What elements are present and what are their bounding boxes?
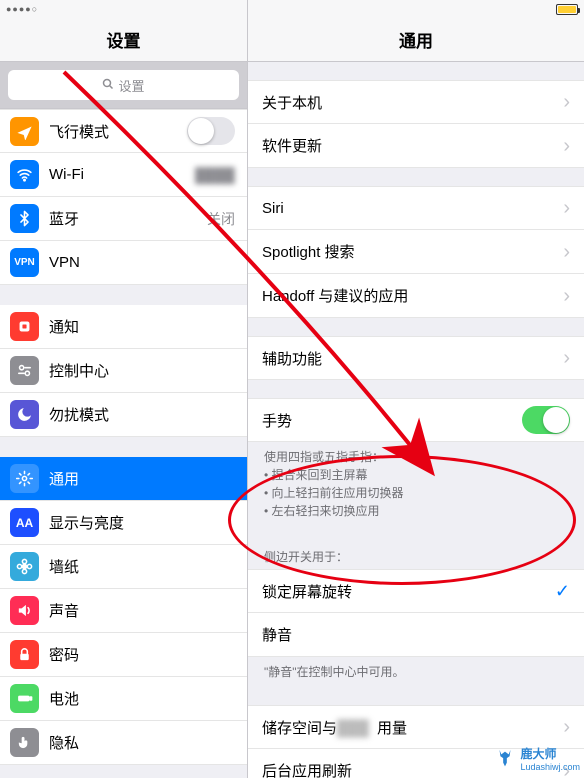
sidebar-item-vpn[interactable]: VPN VPN xyxy=(0,241,247,285)
chevron-right-icon: › xyxy=(563,286,570,306)
AA-icon: AA xyxy=(10,508,39,537)
sidebar-item-bluetooth[interactable]: 蓝牙 关闭 xyxy=(0,197,247,241)
sidebar-item-airplane-mode[interactable]: 飞行模式 xyxy=(0,109,247,153)
search-icon xyxy=(102,78,114,93)
row-label: Siri xyxy=(262,200,557,217)
sidebar-item-battery[interactable]: 电池 xyxy=(0,677,247,721)
lock-icon xyxy=(10,640,39,669)
sidebar-item-label: 蓝牙 xyxy=(49,208,79,229)
row-storage[interactable]: 储存空间与███用量 › xyxy=(248,705,584,749)
sidebar-item-value: 关闭 xyxy=(207,209,235,229)
general-pane: 通用 关于本机›软件更新›Siri›Spotlight 搜索›Handoff 与… xyxy=(248,0,584,778)
sidebar-item-dnd[interactable]: 勿扰模式 xyxy=(0,393,247,437)
sidebar-item-general[interactable]: 通用 xyxy=(0,457,247,501)
general-title: 通用 xyxy=(248,18,584,62)
search-input[interactable]: 设置 xyxy=(8,70,239,100)
sidebar-item-display[interactable]: AA 显示与亮度 xyxy=(0,501,247,545)
row-label: Handoff 与建议的应用 xyxy=(262,285,557,306)
sidebar-item-sounds[interactable]: 声音 xyxy=(0,589,247,633)
sidebar-item-notifications[interactable]: 通知 xyxy=(0,305,247,349)
row-label: 辅助功能 xyxy=(262,348,557,369)
sidebar-item-label: 密码 xyxy=(49,644,79,665)
chevron-right-icon: › xyxy=(563,92,570,112)
row-gestures[interactable]: 手势 xyxy=(248,398,584,442)
status-bar-left: ●●●●○ xyxy=(0,0,247,18)
section-footer: "静音"在控制中心中可用。 xyxy=(248,657,584,687)
sidebar-item-label: 飞行模式 xyxy=(49,121,109,142)
airplane-icon xyxy=(10,117,39,146)
chevron-right-icon: › xyxy=(563,717,570,737)
section-header: 侧边开关用于： xyxy=(248,544,584,569)
search-wrap: 设置 xyxy=(0,62,247,109)
row-label: Spotlight 搜索 xyxy=(262,241,557,262)
row-label: 储存空间与███用量 xyxy=(262,717,557,738)
sidebar-item-label: 控制中心 xyxy=(49,360,109,381)
sidebar-item-wifi[interactable]: Wi-Fi ████ xyxy=(0,153,247,197)
deer-icon xyxy=(494,748,516,770)
chevron-right-icon: › xyxy=(563,348,570,368)
settings-title: 设置 xyxy=(0,18,247,62)
vpn-icon: VPN xyxy=(10,248,39,277)
bluetooth-icon xyxy=(10,204,39,233)
sidebar-item-label: 通知 xyxy=(49,316,79,337)
sidebar-item-label: 隐私 xyxy=(49,732,79,753)
row-software-update[interactable]: 软件更新 › xyxy=(248,124,584,168)
chevron-right-icon: › xyxy=(563,242,570,262)
battery-icon xyxy=(556,4,578,15)
row-lock-rotation[interactable]: 锁定屏幕旋转✓ xyxy=(248,569,584,613)
sidebar-item-label: 电池 xyxy=(49,688,79,709)
row-accessibility[interactable]: 辅助功能 › xyxy=(248,336,584,380)
general-title-label: 通用 xyxy=(399,27,433,52)
settings-sidebar: ●●●●○ 设置 设置 飞行模式 Wi-Fi ████ 蓝牙 关闭 VPN VPN 通知控制中… xyxy=(0,0,248,778)
sidebar-item-label: 墙纸 xyxy=(49,556,79,577)
sidebar-item-label: 勿扰模式 xyxy=(49,404,109,425)
status-bar-right xyxy=(248,0,584,18)
sidebar-item-passcode[interactable]: 密码 xyxy=(0,633,247,677)
chevron-right-icon: › xyxy=(563,136,570,156)
sidebar-item-privacy[interactable]: 隐私 xyxy=(0,721,247,765)
signal-dots-icon: ●●●●○ xyxy=(6,4,38,14)
search-placeholder: 设置 xyxy=(118,76,144,95)
row-label: 关于本机 xyxy=(262,92,557,113)
sidebar-item-label: Wi-Fi xyxy=(49,166,84,183)
sidebar-item-label: VPN xyxy=(49,254,80,271)
sidebar-item-label: 显示与亮度 xyxy=(49,512,124,533)
bell-icon xyxy=(10,312,39,341)
sidebar-item-label: 声音 xyxy=(49,600,79,621)
row-siri[interactable]: Siri › xyxy=(248,186,584,230)
row-label: 锁定屏幕旋转 xyxy=(262,581,555,602)
row-about[interactable]: 关于本机 › xyxy=(248,80,584,124)
gear-icon xyxy=(10,464,39,493)
chevron-right-icon: › xyxy=(563,198,570,218)
settings-title-label: 设置 xyxy=(107,27,141,52)
watermark: 鹿大师 Ludashiwj.com xyxy=(494,745,580,772)
row-mute[interactable]: 静音 xyxy=(248,613,584,657)
section-footer: 使用四指或五指手指：• 捏合来回到主屏幕• 向上轻扫前往应用切换器• 左右轻扫来… xyxy=(248,442,584,526)
speaker-icon xyxy=(10,596,39,625)
check-icon: ✓ xyxy=(555,581,570,602)
sidebar-item-wallpaper[interactable]: 墙纸 xyxy=(0,545,247,589)
sidebar-item-label: 通用 xyxy=(49,468,79,489)
row-label: 软件更新 xyxy=(262,135,557,156)
hand-icon xyxy=(10,728,39,757)
row-handoff[interactable]: Handoff 与建议的应用 › xyxy=(248,274,584,318)
sidebar-item-value: ████ xyxy=(195,167,235,183)
watermark-brand: 鹿大师 xyxy=(520,747,556,761)
row-label: 手势 xyxy=(262,410,522,431)
sidebar-item-control-center[interactable]: 控制中心 xyxy=(0,349,247,393)
flower-icon xyxy=(10,552,39,581)
watermark-url: Ludashiwj.com xyxy=(520,762,580,772)
battery-icon xyxy=(10,684,39,713)
switches-icon xyxy=(10,356,39,385)
row-label: 静音 xyxy=(262,624,570,645)
toggle[interactable] xyxy=(187,117,235,145)
row-spotlight[interactable]: Spotlight 搜索 › xyxy=(248,230,584,274)
moon-icon xyxy=(10,400,39,429)
wifi-icon xyxy=(10,160,39,189)
toggle[interactable] xyxy=(522,406,570,434)
